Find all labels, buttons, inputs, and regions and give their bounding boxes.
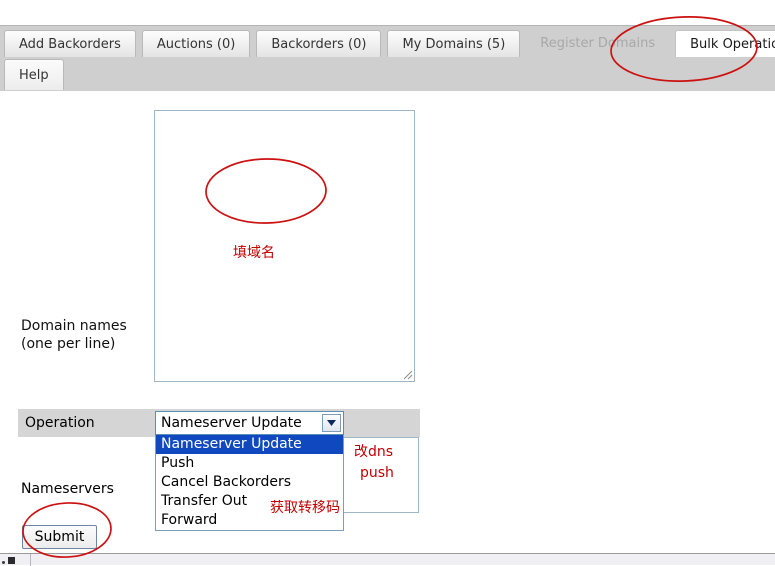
tab-help[interactable]: Help [4,59,64,90]
domain-names-textarea[interactable] [154,110,415,382]
chevron-down-icon[interactable] [322,414,341,432]
submit-button[interactable]: Submit [22,525,97,549]
operation-dropdown-list[interactable]: Nameserver Update Push Cancel Backorders… [155,435,344,531]
window-icon[interactable] [8,557,15,564]
operation-option-push[interactable]: Push [156,454,343,473]
status-bar-dot-icon [2,561,5,564]
operation-label: Operation [25,415,95,431]
tab-auctions[interactable]: Auctions (0) [142,30,251,57]
status-bar-separator [30,554,31,566]
status-bar [0,553,775,565]
operation-option-forward[interactable]: Forward [156,511,343,530]
tab-my-domains[interactable]: My Domains (5) [387,30,520,57]
operation-select[interactable]: Nameserver Update [155,411,344,435]
operation-option-transfer-out[interactable]: Transfer Out [156,492,343,511]
bulk-operations-form: Domain names (one per line) Operation Na… [0,91,775,553]
tab-row-secondary: Help [0,59,775,92]
tab-register-domains: Register Domains [526,30,669,57]
tab-backorders[interactable]: Backorders (0) [256,30,381,57]
operation-option-cancel-backorders[interactable]: Cancel Backorders [156,473,343,492]
domain-names-label: Domain names (one per line) [21,317,127,353]
tab-row-primary: Add Backorders Auctions (0) Backorders (… [0,26,775,59]
tab-bar: Add Backorders Auctions (0) Backorders (… [0,25,775,91]
nameservers-input[interactable] [344,437,419,513]
domain-names-label-line2: (one per line) [21,335,127,353]
domain-names-label-line1: Domain names [21,317,127,335]
tab-bulk-operations[interactable]: Bulk Operations [675,30,775,57]
tab-add-backorders[interactable]: Add Backorders [4,30,136,57]
operation-select-value: Nameserver Update [156,415,322,431]
nameservers-label: Nameservers [21,481,114,497]
operation-option-nameserver-update[interactable]: Nameserver Update [156,435,343,454]
top-blank-strip [0,0,775,25]
